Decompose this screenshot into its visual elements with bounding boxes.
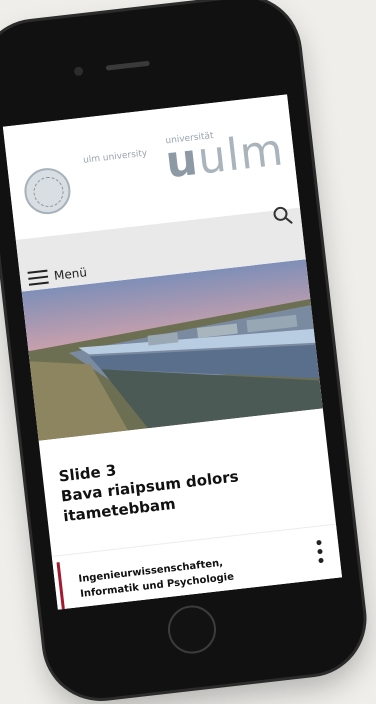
menu-button[interactable]: Menü [27, 264, 88, 287]
faculty-card[interactable]: Ingenieurwissenschaften, Informatik und … [51, 523, 343, 610]
home-button[interactable] [165, 602, 219, 657]
earpiece-speaker [105, 60, 150, 71]
phone-mockup: ulm university universität uulm Menü Sli… [0, 0, 376, 704]
card-accent-bar [56, 562, 68, 610]
uulm-logo[interactable]: uulm [163, 124, 286, 188]
front-camera [73, 66, 84, 77]
slide-title[interactable]: Slide 3 Bava riaipsum dolors itametebbam [58, 438, 313, 526]
faculty-card-title: Ingenieurwissenschaften, Informatik und … [78, 549, 280, 601]
search-icon[interactable] [269, 202, 296, 229]
hamburger-menu-icon [27, 269, 49, 286]
phone-screen: ulm university universität uulm Menü Sli… [2, 94, 343, 610]
phone-body: ulm university universität uulm Menü Sli… [0, 0, 370, 704]
kebab-menu-icon[interactable] [314, 538, 327, 565]
university-name-en: ulm university [82, 148, 148, 166]
logo-ulm: ulm [195, 124, 287, 185]
campus-hero-image[interactable] [21, 259, 323, 441]
university-seal-icon[interactable] [21, 165, 73, 217]
menu-label: Menü [53, 265, 88, 283]
